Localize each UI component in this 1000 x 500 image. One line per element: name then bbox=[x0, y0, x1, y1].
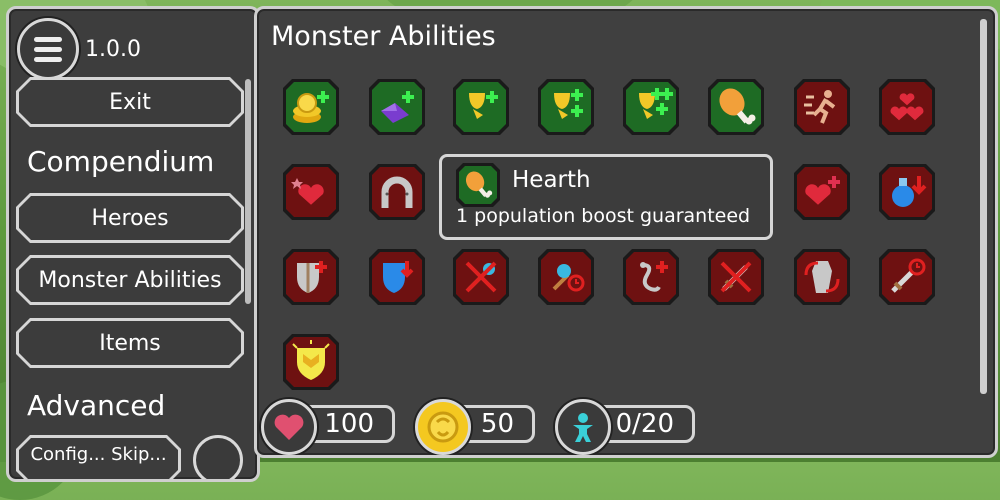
ability-tile[interactable] bbox=[794, 249, 850, 305]
items-button-label: Items bbox=[19, 321, 241, 365]
ability-tile[interactable] bbox=[283, 164, 339, 220]
compendium-heading: Compendium bbox=[27, 145, 215, 178]
ability-tile[interactable] bbox=[538, 249, 594, 305]
sword-timer-icon bbox=[891, 258, 926, 293]
ability-tile[interactable] bbox=[369, 249, 425, 305]
person-icon bbox=[555, 399, 611, 455]
sidebar-panel: 1.0.0 Exit Compendium Heroes Monster Abi… bbox=[6, 6, 260, 482]
ability-tile[interactable] bbox=[879, 249, 935, 305]
ability-tile[interactable] bbox=[369, 79, 425, 135]
ability-tile[interactable] bbox=[794, 164, 850, 220]
gold-plus-icon bbox=[293, 91, 329, 123]
config-button-label: Config... Skip... bbox=[19, 438, 178, 482]
purple-gem-plus-icon bbox=[381, 91, 414, 123]
tooltip-ability-tile bbox=[456, 163, 500, 207]
ability-tile[interactable] bbox=[538, 79, 594, 135]
abilities-scrollbar[interactable] bbox=[980, 19, 987, 394]
drumstick-icon bbox=[465, 171, 493, 198]
ability-tile[interactable] bbox=[453, 79, 509, 135]
heart-plus-icon bbox=[805, 176, 840, 205]
items-button[interactable]: Items bbox=[16, 318, 244, 368]
gold-coin-icon bbox=[415, 399, 471, 455]
glowing-shield-icon bbox=[292, 340, 330, 380]
heroes-button-label: Heroes bbox=[19, 196, 241, 240]
triple-hearts-icon bbox=[890, 93, 924, 121]
monster-abilities-button[interactable]: Monster Abilities bbox=[16, 255, 244, 305]
ability-tile[interactable] bbox=[879, 79, 935, 135]
shield-plus-icon bbox=[297, 261, 327, 293]
page-title: Monster Abilities bbox=[271, 21, 496, 52]
crossed-sword-icon bbox=[720, 261, 752, 293]
heart-icon bbox=[261, 399, 317, 455]
menu-icon-bar bbox=[34, 56, 62, 62]
hamburger-menu-button[interactable] bbox=[17, 18, 79, 80]
tooltip-title: Hearth bbox=[512, 167, 591, 193]
ability-tile[interactable] bbox=[623, 79, 679, 135]
coffin-revive-icon bbox=[804, 261, 840, 293]
ability-tile[interactable] bbox=[708, 79, 764, 135]
mana-potion-down-icon bbox=[892, 176, 927, 207]
blue-shield-down-icon bbox=[383, 261, 414, 293]
trophy-plus-icon bbox=[469, 91, 498, 119]
ability-tile[interactable] bbox=[794, 79, 850, 135]
ability-tile[interactable] bbox=[369, 164, 425, 220]
drumstick-icon bbox=[719, 88, 756, 125]
running-man-icon bbox=[804, 90, 836, 124]
sparkle-heart-icon bbox=[291, 178, 324, 205]
ability-tile[interactable] bbox=[283, 334, 339, 390]
sidebar-scrollbar[interactable] bbox=[245, 79, 251, 304]
abilities-panel: Monster Abilities Hearth 1 population bo… bbox=[254, 6, 998, 458]
trophy-double-plus-icon bbox=[554, 89, 583, 119]
tooltip-description: 1 population boost guaranteed bbox=[456, 205, 751, 227]
exit-button[interactable]: Exit bbox=[16, 77, 244, 127]
ability-tooltip: Hearth 1 population boost guaranteed bbox=[439, 154, 773, 240]
exit-button-label: Exit bbox=[19, 80, 241, 124]
ability-tile[interactable] bbox=[708, 249, 764, 305]
wand-timer-icon bbox=[552, 264, 585, 292]
menu-icon-bar bbox=[34, 46, 62, 52]
monster-abilities-button-label: Monster Abilities bbox=[19, 258, 241, 302]
ability-tile[interactable] bbox=[879, 164, 935, 220]
advanced-heading: Advanced bbox=[27, 389, 166, 422]
ability-tile[interactable] bbox=[453, 249, 509, 305]
ability-tile[interactable] bbox=[283, 79, 339, 135]
config-button[interactable]: Config... Skip... bbox=[16, 435, 181, 482]
ability-tile[interactable] bbox=[283, 249, 339, 305]
ability-tile[interactable] bbox=[623, 249, 679, 305]
version-label: 1.0.0 bbox=[85, 37, 141, 62]
horseshoe-icon bbox=[381, 176, 413, 208]
heroes-button[interactable]: Heroes bbox=[16, 193, 244, 243]
menu-icon-bar bbox=[34, 36, 62, 42]
help-button[interactable] bbox=[193, 435, 243, 479]
trophy-triple-plus-icon bbox=[639, 88, 673, 119]
snake-plus-icon bbox=[640, 261, 668, 292]
crossed-wand-icon bbox=[465, 261, 497, 293]
